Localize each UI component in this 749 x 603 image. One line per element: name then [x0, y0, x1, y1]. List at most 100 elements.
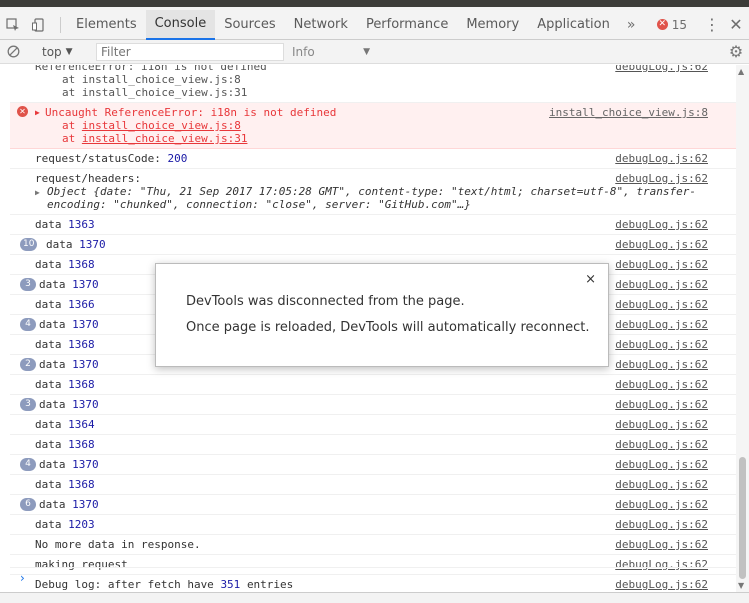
- source-link[interactable]: debugLog.js:62: [615, 398, 708, 411]
- message-number: 1370: [79, 238, 106, 251]
- scrollbar-thumb[interactable]: [739, 457, 746, 579]
- console-settings-gear-icon[interactable]: ⚙: [723, 42, 749, 61]
- console-message: 6 data 1370 debugLog.js:62: [10, 495, 736, 515]
- source-link[interactable]: debugLog.js:62: [615, 238, 708, 251]
- tab-network[interactable]: Network: [285, 10, 357, 40]
- source-link[interactable]: debugLog.js:62: [615, 172, 708, 185]
- stack-frame-prefix: at: [62, 132, 76, 145]
- source-link[interactable]: debugLog.js:62: [615, 298, 708, 311]
- source-link[interactable]: debugLog.js:62: [615, 358, 708, 371]
- stack-frame-prefix: at: [62, 119, 76, 132]
- message-number: 200: [167, 152, 188, 165]
- console-scrollbar[interactable]: ▲ ▼: [736, 65, 749, 592]
- scroll-up-arrow-icon[interactable]: ▲: [738, 67, 744, 76]
- device-toolbar-icon[interactable]: [26, 10, 52, 40]
- message-text: No more data in response.: [35, 538, 201, 551]
- message-label: data: [35, 298, 62, 311]
- source-link[interactable]: debugLog.js:62: [615, 278, 708, 291]
- source-link[interactable]: debugLog.js:62: [615, 318, 708, 331]
- message-label: data: [39, 398, 66, 411]
- message-label: data: [35, 418, 62, 431]
- stack-frame-link[interactable]: install_choice_view.js:8: [82, 119, 241, 132]
- message-number: 1370: [72, 278, 99, 291]
- context-value: top: [42, 44, 62, 59]
- close-devtools-icon[interactable]: ✕: [723, 15, 749, 34]
- message-number: 1364: [68, 418, 95, 431]
- tab-elements[interactable]: Elements: [67, 10, 146, 40]
- source-link[interactable]: debugLog.js:62: [615, 478, 708, 491]
- message-label: data: [39, 458, 66, 471]
- repeat-count-badge: 6: [20, 498, 36, 511]
- source-link[interactable]: debugLog.js:62: [615, 218, 708, 231]
- console-message: data 1368 debugLog.js:62: [10, 475, 736, 495]
- message-text: ReferenceError: i18n is not defined: [35, 65, 267, 73]
- dialog-message: DevTools was disconnected from the page.: [186, 294, 465, 309]
- expand-triangle-icon[interactable]: ▶: [35, 106, 40, 119]
- error-counter[interactable]: ✕ 15: [656, 18, 687, 32]
- repeat-count-badge: 2: [20, 358, 36, 371]
- clear-console-icon[interactable]: [0, 45, 26, 58]
- message-label: request/statusCode:: [35, 152, 161, 165]
- message-number: 1363: [68, 218, 95, 231]
- stack-frame-row: at install_choice_view.js:8: [62, 119, 708, 132]
- message-number: 1368: [68, 258, 95, 271]
- stack-frame[interactable]: at install_choice_view.js:8: [62, 73, 708, 86]
- source-link[interactable]: debugLog.js:62: [615, 438, 708, 451]
- console-message: ReferenceError: i18n is not defined debu…: [10, 65, 736, 103]
- message-label: data: [39, 498, 66, 511]
- source-link[interactable]: debugLog.js:62: [615, 152, 708, 165]
- console-message: 3 data 1370 debugLog.js:62: [10, 395, 736, 415]
- close-dialog-icon[interactable]: ×: [585, 272, 596, 287]
- message-number: 1368: [68, 478, 95, 491]
- console-message: 10 data 1370 debugLog.js:62: [10, 235, 736, 255]
- stack-frame-link[interactable]: install_choice_view.js:31: [82, 132, 248, 145]
- message-number: 1368: [68, 438, 95, 451]
- expand-triangle-icon[interactable]: ▶: [35, 186, 40, 199]
- object-preview-line: encoding: "chunked", connection: "close"…: [47, 198, 471, 211]
- message-label: data: [39, 358, 66, 371]
- tab-sources[interactable]: Sources: [215, 10, 284, 40]
- error-message: ✕ ▶ Uncaught ReferenceError: i18n is not…: [10, 103, 736, 149]
- scroll-down-arrow-icon[interactable]: ▼: [738, 581, 744, 590]
- source-link[interactable]: debugLog.js:62: [615, 378, 708, 391]
- source-link[interactable]: debugLog.js:62: [615, 498, 708, 511]
- message-number: 1370: [72, 498, 99, 511]
- console-prompt[interactable]: ›: [10, 567, 736, 589]
- tab-application[interactable]: Application: [528, 10, 619, 40]
- console-message: request/statusCode: 200 debugLog.js:62: [10, 149, 736, 169]
- stack-frame[interactable]: at install_choice_view.js:31: [62, 86, 708, 99]
- message-label: data: [35, 218, 62, 231]
- source-link[interactable]: debugLog.js:62: [615, 518, 708, 531]
- message-label: data: [35, 478, 62, 491]
- tab-performance[interactable]: Performance: [357, 10, 457, 40]
- context-selector[interactable]: top ▼: [42, 43, 90, 61]
- toolbar-divider: [60, 16, 61, 33]
- source-link[interactable]: debugLog.js:62: [615, 65, 708, 73]
- dropdown-arrow-icon: ▼: [363, 46, 370, 57]
- source-link[interactable]: debugLog.js:62: [615, 418, 708, 431]
- object-preview[interactable]: ▶ Object {date: "Thu, 21 Sep 2017 17:05:…: [35, 185, 708, 211]
- devtools-toolbar: Elements Console Sources Network Performance…: [0, 9, 749, 40]
- tab-memory[interactable]: Memory: [457, 10, 528, 40]
- repeat-count-badge: 4: [20, 458, 36, 471]
- console-message: data 1368 debugLog.js:62: [10, 435, 736, 455]
- tab-console[interactable]: Console: [145, 9, 216, 40]
- source-link[interactable]: install_choice_view.js:8: [549, 106, 708, 119]
- source-link[interactable]: debugLog.js:62: [615, 538, 708, 551]
- repeat-count-badge: 4: [20, 318, 36, 331]
- source-link[interactable]: debugLog.js:62: [615, 458, 708, 471]
- source-link[interactable]: debugLog.js:62: [615, 338, 708, 351]
- object-preview-line: Object {date: "Thu, 21 Sep 2017 17:05:28…: [47, 185, 697, 198]
- customize-menu-icon[interactable]: ⋮: [701, 15, 723, 34]
- message-label: data: [46, 238, 73, 251]
- repeat-count-badge: 10: [20, 238, 38, 251]
- source-link[interactable]: debugLog.js:62: [615, 258, 708, 271]
- stack-trace: at install_choice_view.js:8 at install_c…: [35, 119, 708, 145]
- message-number: 1203: [68, 518, 95, 531]
- message-number: 1370: [72, 398, 99, 411]
- log-level-selector[interactable]: Info ▼: [292, 45, 370, 59]
- filter-input[interactable]: [96, 42, 284, 61]
- inspect-element-icon[interactable]: [0, 10, 26, 40]
- message-number: 1370: [72, 458, 99, 471]
- more-tabs-button[interactable]: »: [619, 17, 644, 33]
